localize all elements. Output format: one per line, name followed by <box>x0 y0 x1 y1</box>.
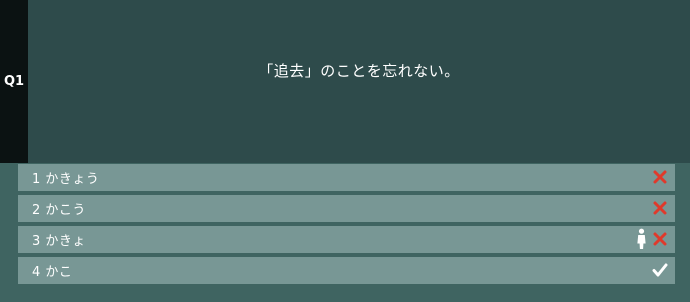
cross-icon <box>653 232 667 246</box>
answer-option-1[interactable]: 1 かきょう <box>18 164 675 191</box>
question-text: 「追去」のことを忘れない。 <box>258 62 460 80</box>
question-number: Q1 <box>3 74 25 89</box>
cross-icon <box>653 201 667 215</box>
check-icon <box>652 263 668 277</box>
answer-option-2[interactable]: 2 かこう <box>18 195 675 222</box>
player-marker-icon <box>637 228 646 249</box>
answer-label: 2 かこう <box>32 203 86 218</box>
answer-label: 4 かこ <box>32 265 73 280</box>
question-number-strip: Q1 <box>0 0 28 163</box>
answer-label: 3 かきょ <box>32 234 86 249</box>
answer-list: 1 かきょう 2 かこう 3 かきょ 4 かこ <box>18 164 675 288</box>
answer-label: 1 かきょう <box>32 172 100 187</box>
answer-option-4[interactable]: 4 かこ <box>18 257 675 284</box>
question-panel: Q1 「追去」のことを忘れない。 <box>0 0 690 163</box>
cross-icon <box>653 170 667 184</box>
answer-option-3[interactable]: 3 かきょ <box>18 226 675 253</box>
